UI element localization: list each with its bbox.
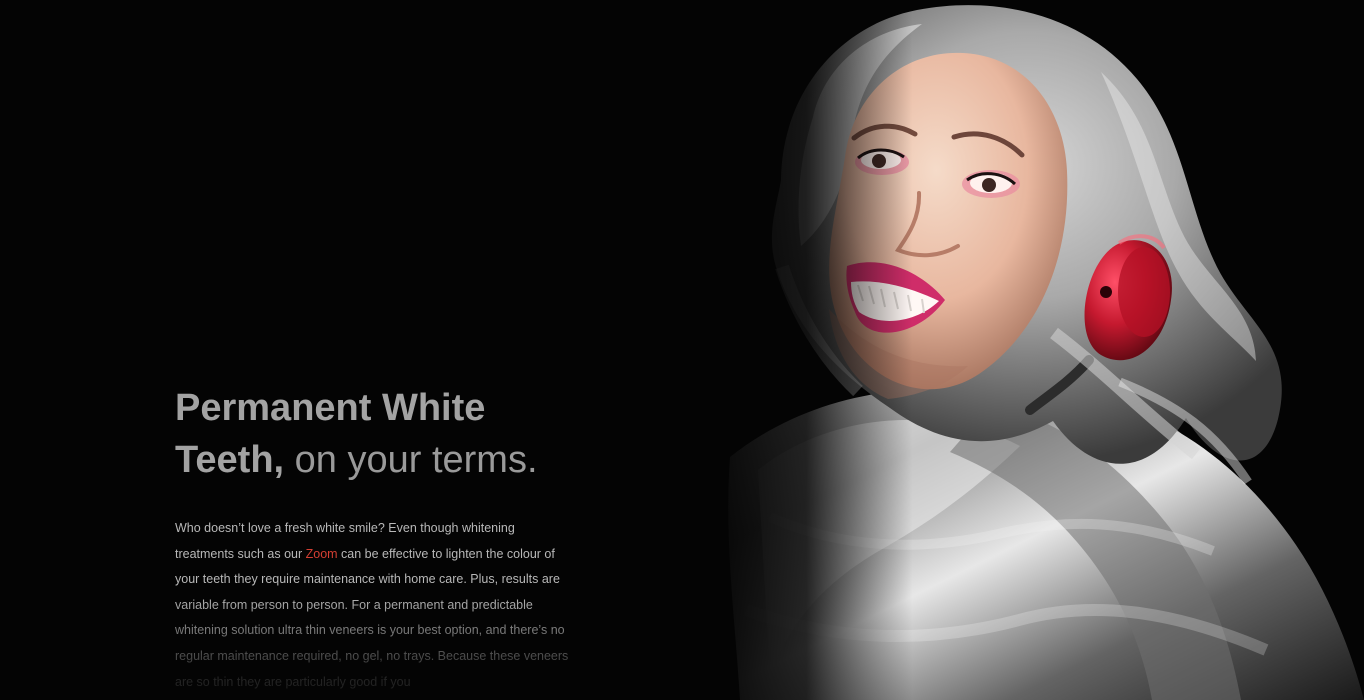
zoom-link[interactable]: Zoom xyxy=(306,547,338,561)
woman-smiling-image xyxy=(700,0,1364,700)
hero-section: Permanent White Teeth, on your terms. Wh… xyxy=(0,0,1364,700)
description-text-after-link: can be effective to lighten the colour o… xyxy=(175,546,569,689)
headline-regular-text: on your terms. xyxy=(284,439,538,481)
hero-text-block: Permanent White Teeth, on your terms. Wh… xyxy=(175,382,575,700)
hero-description: Who doesn’t love a fresh white smile? Ev… xyxy=(175,516,570,700)
hero-headline: Permanent White Teeth, on your terms. xyxy=(175,382,575,486)
